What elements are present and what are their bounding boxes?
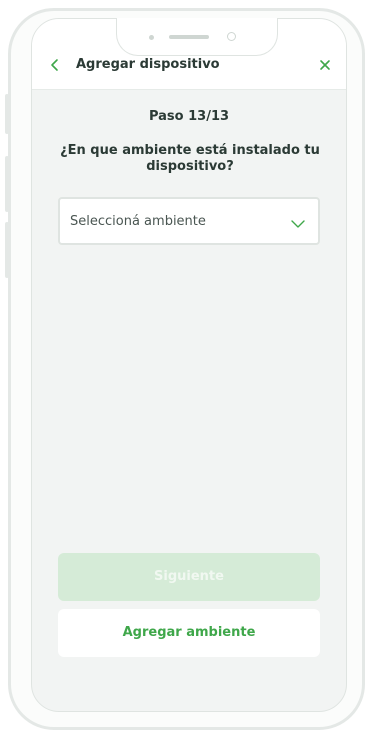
- phone-side-button: [5, 156, 9, 212]
- phone-side-button: [5, 222, 9, 278]
- add-ambiente-button[interactable]: Agregar ambiente: [58, 609, 320, 657]
- chevron-down-icon: [290, 215, 306, 228]
- question-heading: ¿En que ambiente está instalado tu dispo…: [60, 143, 320, 174]
- close-button[interactable]: [318, 57, 332, 71]
- phone-mockup: Agregar dispositivo Paso 13/13 ¿En que a…: [0, 0, 369, 733]
- next-button[interactable]: Siguiente: [58, 553, 320, 601]
- back-button[interactable]: [48, 57, 62, 71]
- sensor-dot: [149, 35, 154, 40]
- speaker-grille: [169, 35, 209, 39]
- camera-icon: [227, 32, 236, 41]
- step-indicator: Paso 13/13: [148, 109, 230, 124]
- close-icon: [320, 60, 330, 70]
- ambiente-select[interactable]: Seleccioná ambiente: [58, 197, 320, 245]
- phone-side-button: [5, 94, 9, 134]
- phone-screen: Agregar dispositivo Paso 13/13 ¿En que a…: [31, 18, 347, 712]
- page-title: Agregar dispositivo: [76, 57, 220, 72]
- phone-notch: [116, 18, 278, 56]
- ambiente-select-value: Seleccioná ambiente: [70, 214, 206, 229]
- chevron-left-icon: [51, 59, 58, 71]
